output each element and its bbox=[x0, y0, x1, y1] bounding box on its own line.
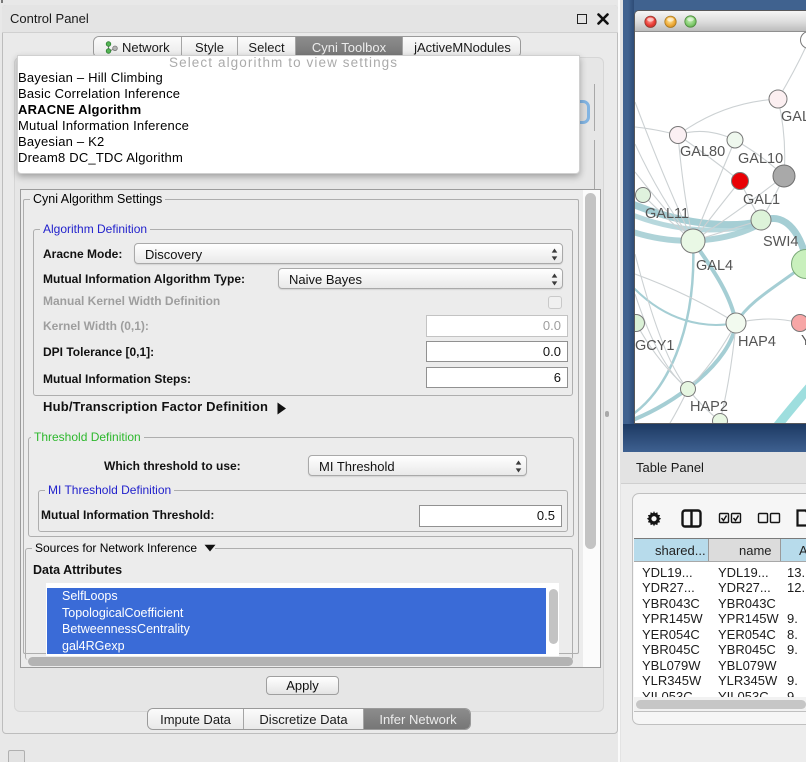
svg-text:GAL1: GAL1 bbox=[743, 192, 780, 208]
svg-text:GAL11: GAL11 bbox=[645, 206, 689, 222]
svg-text:GCY1: GCY1 bbox=[635, 338, 675, 354]
svg-text:GAL4: GAL4 bbox=[696, 258, 733, 274]
svg-text:GAL7: GAL7 bbox=[781, 109, 806, 125]
svg-text:HAP4: HAP4 bbox=[738, 334, 776, 350]
svg-text:GAL80: GAL80 bbox=[680, 144, 725, 160]
svg-text:GAL10: GAL10 bbox=[738, 151, 783, 167]
svg-text:HAP2: HAP2 bbox=[690, 399, 728, 415]
svg-text:SWI4: SWI4 bbox=[763, 234, 798, 250]
svg-text:Y: Y bbox=[801, 333, 806, 349]
